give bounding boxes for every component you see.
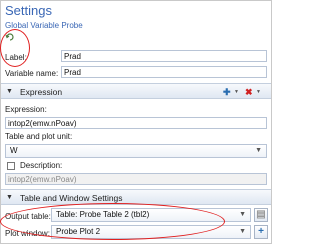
add-icon[interactable]: ✚	[223, 87, 231, 98]
label-field-label: Label:	[5, 53, 27, 62]
caret-down-icon: ▼	[239, 228, 246, 235]
page-title: Settings	[5, 3, 52, 18]
output-table-label: Output table:	[5, 212, 51, 221]
expression-input[interactable]: intop2(emw.nPoav)	[5, 117, 267, 129]
description-checkbox[interactable]	[7, 162, 15, 170]
description-input[interactable]: intop2(emw.nPoav)	[5, 173, 267, 185]
unit-select[interactable]: W ▼	[5, 144, 267, 158]
description-label: Description:	[20, 161, 63, 170]
refresh-icon[interactable]	[5, 32, 15, 42]
output-table-value: Table: Probe Table 2 (tbl2)	[56, 210, 150, 219]
table-window-section-header[interactable]: ▼ Table and Window Settings	[1, 189, 271, 205]
unit-select-value: W	[10, 146, 18, 155]
label-input[interactable]: Prad	[61, 50, 267, 62]
variable-name-input[interactable]: Prad	[61, 66, 267, 78]
output-table-select[interactable]: Table: Probe Table 2 (tbl2) ▼	[51, 208, 251, 222]
remove-icon[interactable]: ✖	[245, 87, 253, 98]
variable-name-label: Variable name:	[5, 69, 59, 78]
dropdown-icon[interactable]: ▼	[234, 89, 239, 95]
expression-label: Expression:	[5, 105, 47, 114]
caret-down-icon: ▼	[239, 211, 246, 218]
page-subtitle: Global Variable Probe	[5, 21, 83, 30]
plot-window-value: Probe Plot 2	[56, 227, 101, 236]
expression-section-title: Expression	[20, 87, 63, 97]
unit-label: Table and plot unit:	[5, 132, 73, 141]
table-window-section-title: Table and Window Settings	[20, 193, 123, 203]
chevron-down-icon: ▼	[6, 88, 13, 95]
caret-down-icon: ▼	[255, 147, 262, 154]
add-plot-icon[interactable]: +	[254, 225, 268, 239]
expression-section-header[interactable]: ▼ Expression ✚ ▼ ✖ ▼	[1, 83, 271, 99]
settings-panel: Settings Global Variable Probe Label: Pr…	[0, 0, 272, 244]
plot-window-select[interactable]: Probe Plot 2 ▼	[51, 225, 251, 239]
dropdown-icon[interactable]: ▼	[256, 89, 261, 95]
plot-window-label: Plot window:	[5, 229, 50, 238]
new-table-icon[interactable]: ▤	[254, 208, 268, 222]
chevron-down-icon: ▼	[6, 194, 13, 201]
